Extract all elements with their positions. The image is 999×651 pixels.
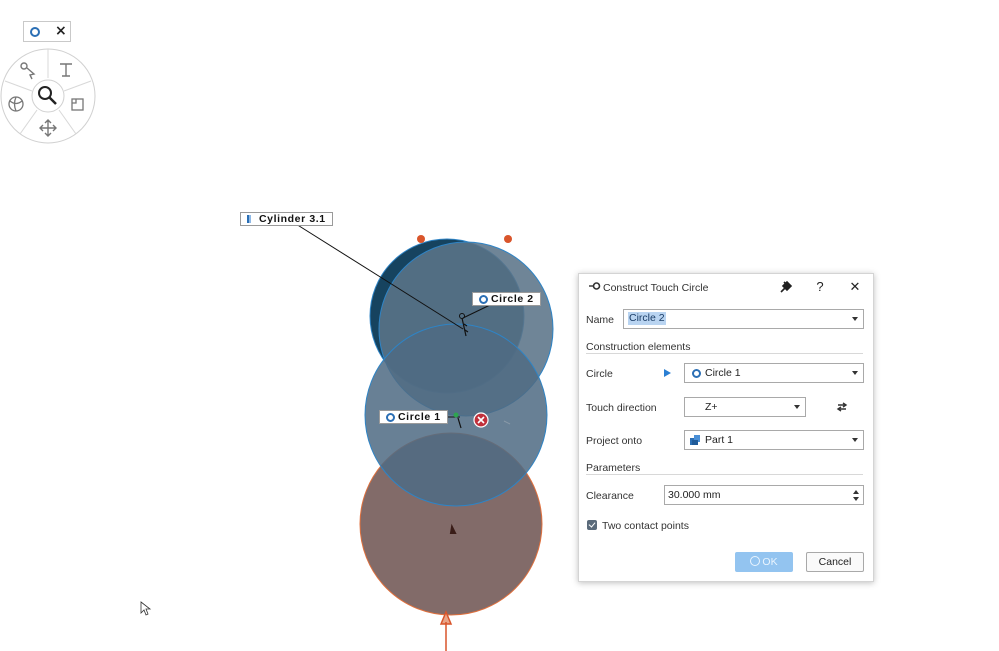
name-field[interactable]: Circle 2: [623, 309, 864, 329]
part-icon: [690, 435, 700, 445]
chevron-down-icon[interactable]: [852, 371, 858, 375]
circle-1-label[interactable]: Circle 1: [379, 410, 448, 424]
swap-direction-icon[interactable]: [836, 402, 848, 412]
touch-arrow-icon[interactable]: [439, 610, 453, 651]
circle-2-label[interactable]: Circle 2: [472, 292, 541, 306]
circle-icon: [386, 413, 395, 422]
circle-select[interactable]: Circle 1: [684, 363, 864, 383]
play-icon[interactable]: [664, 369, 672, 377]
check-circle-icon: [750, 556, 761, 566]
name-label: Name: [586, 314, 615, 326]
pin-icon[interactable]: [778, 279, 794, 295]
help-icon[interactable]: ?: [812, 279, 828, 295]
spin-up-icon[interactable]: [853, 490, 859, 494]
circle-icon: [30, 27, 40, 37]
clearance-input[interactable]: 30.000 mm: [664, 485, 864, 505]
point-marker[interactable]: [417, 235, 425, 243]
chevron-down-icon[interactable]: [794, 405, 800, 409]
project-onto-value: Part 1: [705, 434, 734, 446]
project-onto-label: Project onto: [586, 435, 643, 447]
dialog-title-bar[interactable]: Construct Touch Circle ? ✕: [579, 274, 873, 300]
parameters-section-title: Parameters: [586, 462, 641, 474]
construct-touch-circle-dialog: Construct Touch Circle ? ✕ Name Circle 2…: [578, 273, 874, 582]
construction-section-title: Construction elements: [586, 341, 691, 353]
touch-direction-label: Touch direction: [586, 402, 657, 414]
name-value: Circle 2: [628, 312, 666, 325]
clearance-value: 30.000 mm: [668, 489, 721, 501]
circle-icon: [479, 295, 488, 304]
touch-direction-select[interactable]: Z+: [684, 397, 806, 417]
clearance-label: Clearance: [586, 490, 634, 502]
two-contact-label: Two contact points: [602, 520, 689, 532]
point-marker[interactable]: [504, 235, 512, 243]
cancel-button[interactable]: Cancel: [806, 552, 864, 572]
close-icon[interactable]: ×: [55, 23, 67, 39]
circle-label: Circle: [586, 368, 613, 380]
section-divider: [586, 353, 863, 354]
ok-button[interactable]: OK: [735, 552, 793, 572]
radial-menu[interactable]: [0, 48, 98, 146]
section-divider: [586, 474, 863, 475]
cylinder-label[interactable]: Cylinder 3.1: [240, 212, 333, 226]
spin-down-icon[interactable]: [853, 497, 859, 501]
touch-direction-value: Z+: [705, 401, 718, 413]
dialog-title: Construct Touch Circle: [603, 282, 709, 294]
chevron-down-icon[interactable]: [852, 317, 858, 321]
cylinder-icon: [247, 215, 251, 223]
center-marker-green: [453, 412, 459, 418]
circle-icon: [692, 369, 701, 378]
close-icon[interactable]: ✕: [847, 279, 863, 295]
two-contact-checkbox[interactable]: [587, 520, 597, 530]
radial-menu-header: ×: [23, 21, 71, 42]
chevron-down-icon[interactable]: [852, 438, 858, 442]
project-onto-select[interactable]: Part 1: [684, 430, 864, 450]
touch-circle-icon: [589, 282, 601, 290]
mouse-cursor-icon: [140, 601, 152, 616]
circle-value: Circle 1: [705, 367, 741, 379]
